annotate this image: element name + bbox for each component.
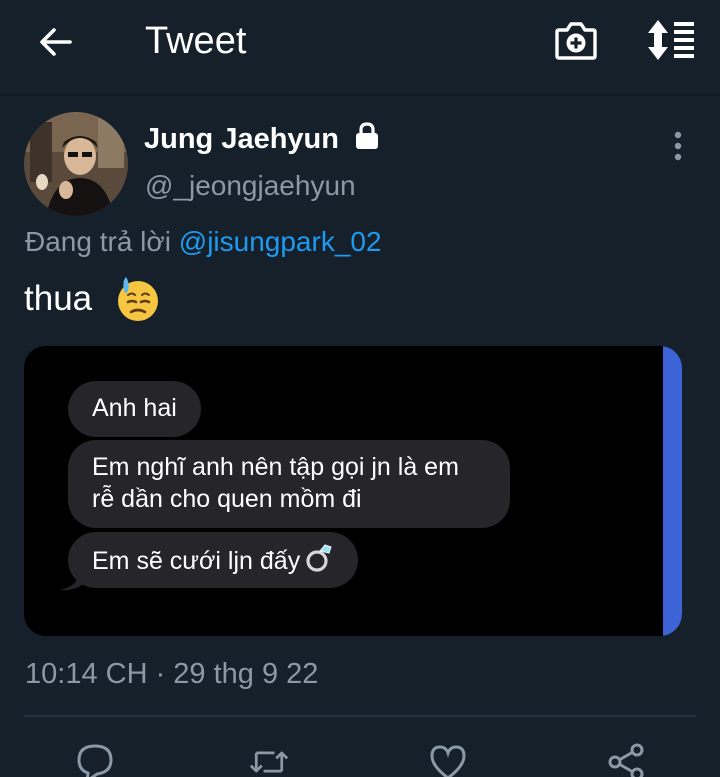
tweet-text: thua [24, 279, 93, 318]
reply-context: Đang trả lời @jisungpark_02 [25, 223, 382, 261]
heart-icon[interactable] [428, 742, 468, 777]
reply-mention-link[interactable]: @jisungpark_02 [179, 226, 382, 257]
message-bubble: Em nghĩ anh nên tập gọi jn là em rễ dần … [68, 440, 510, 528]
ring-icon [306, 544, 332, 572]
retweet-icon[interactable] [249, 742, 289, 777]
tweet-timestamp: 10:14 CH · 29 thg 9 22 [25, 658, 319, 690]
avatar[interactable] [24, 112, 128, 216]
message-bubble: Anh hai [68, 381, 201, 437]
back-arrow-icon[interactable] [34, 20, 78, 64]
camera-plus-icon[interactable] [553, 18, 599, 62]
media-edge-stripe [663, 346, 682, 636]
more-options-icon[interactable] [664, 130, 692, 164]
message-bubble: Em sẽ cưới ljn đấy [68, 532, 359, 588]
share-icon[interactable] [606, 742, 646, 777]
top-bar: Tweet [0, 0, 720, 96]
reply-prefix: Đang trả lời [25, 226, 179, 257]
lock-icon [356, 122, 378, 149]
divider [24, 715, 696, 717]
sort-list-icon[interactable] [644, 18, 696, 62]
tweet-media-image[interactable]: Anh hai Em nghĩ anh nên tập gọi jn là em… [24, 346, 682, 636]
author-name[interactable]: Jung Jaehyun [144, 121, 339, 157]
message-text: Em sẽ cưới ljn đấy [92, 547, 301, 575]
downcast-face-with-sweat-icon [118, 277, 158, 321]
reply-icon[interactable] [75, 742, 115, 777]
author-handle[interactable]: @_jeongjaehyun [145, 168, 356, 204]
page-title: Tweet [145, 20, 247, 62]
